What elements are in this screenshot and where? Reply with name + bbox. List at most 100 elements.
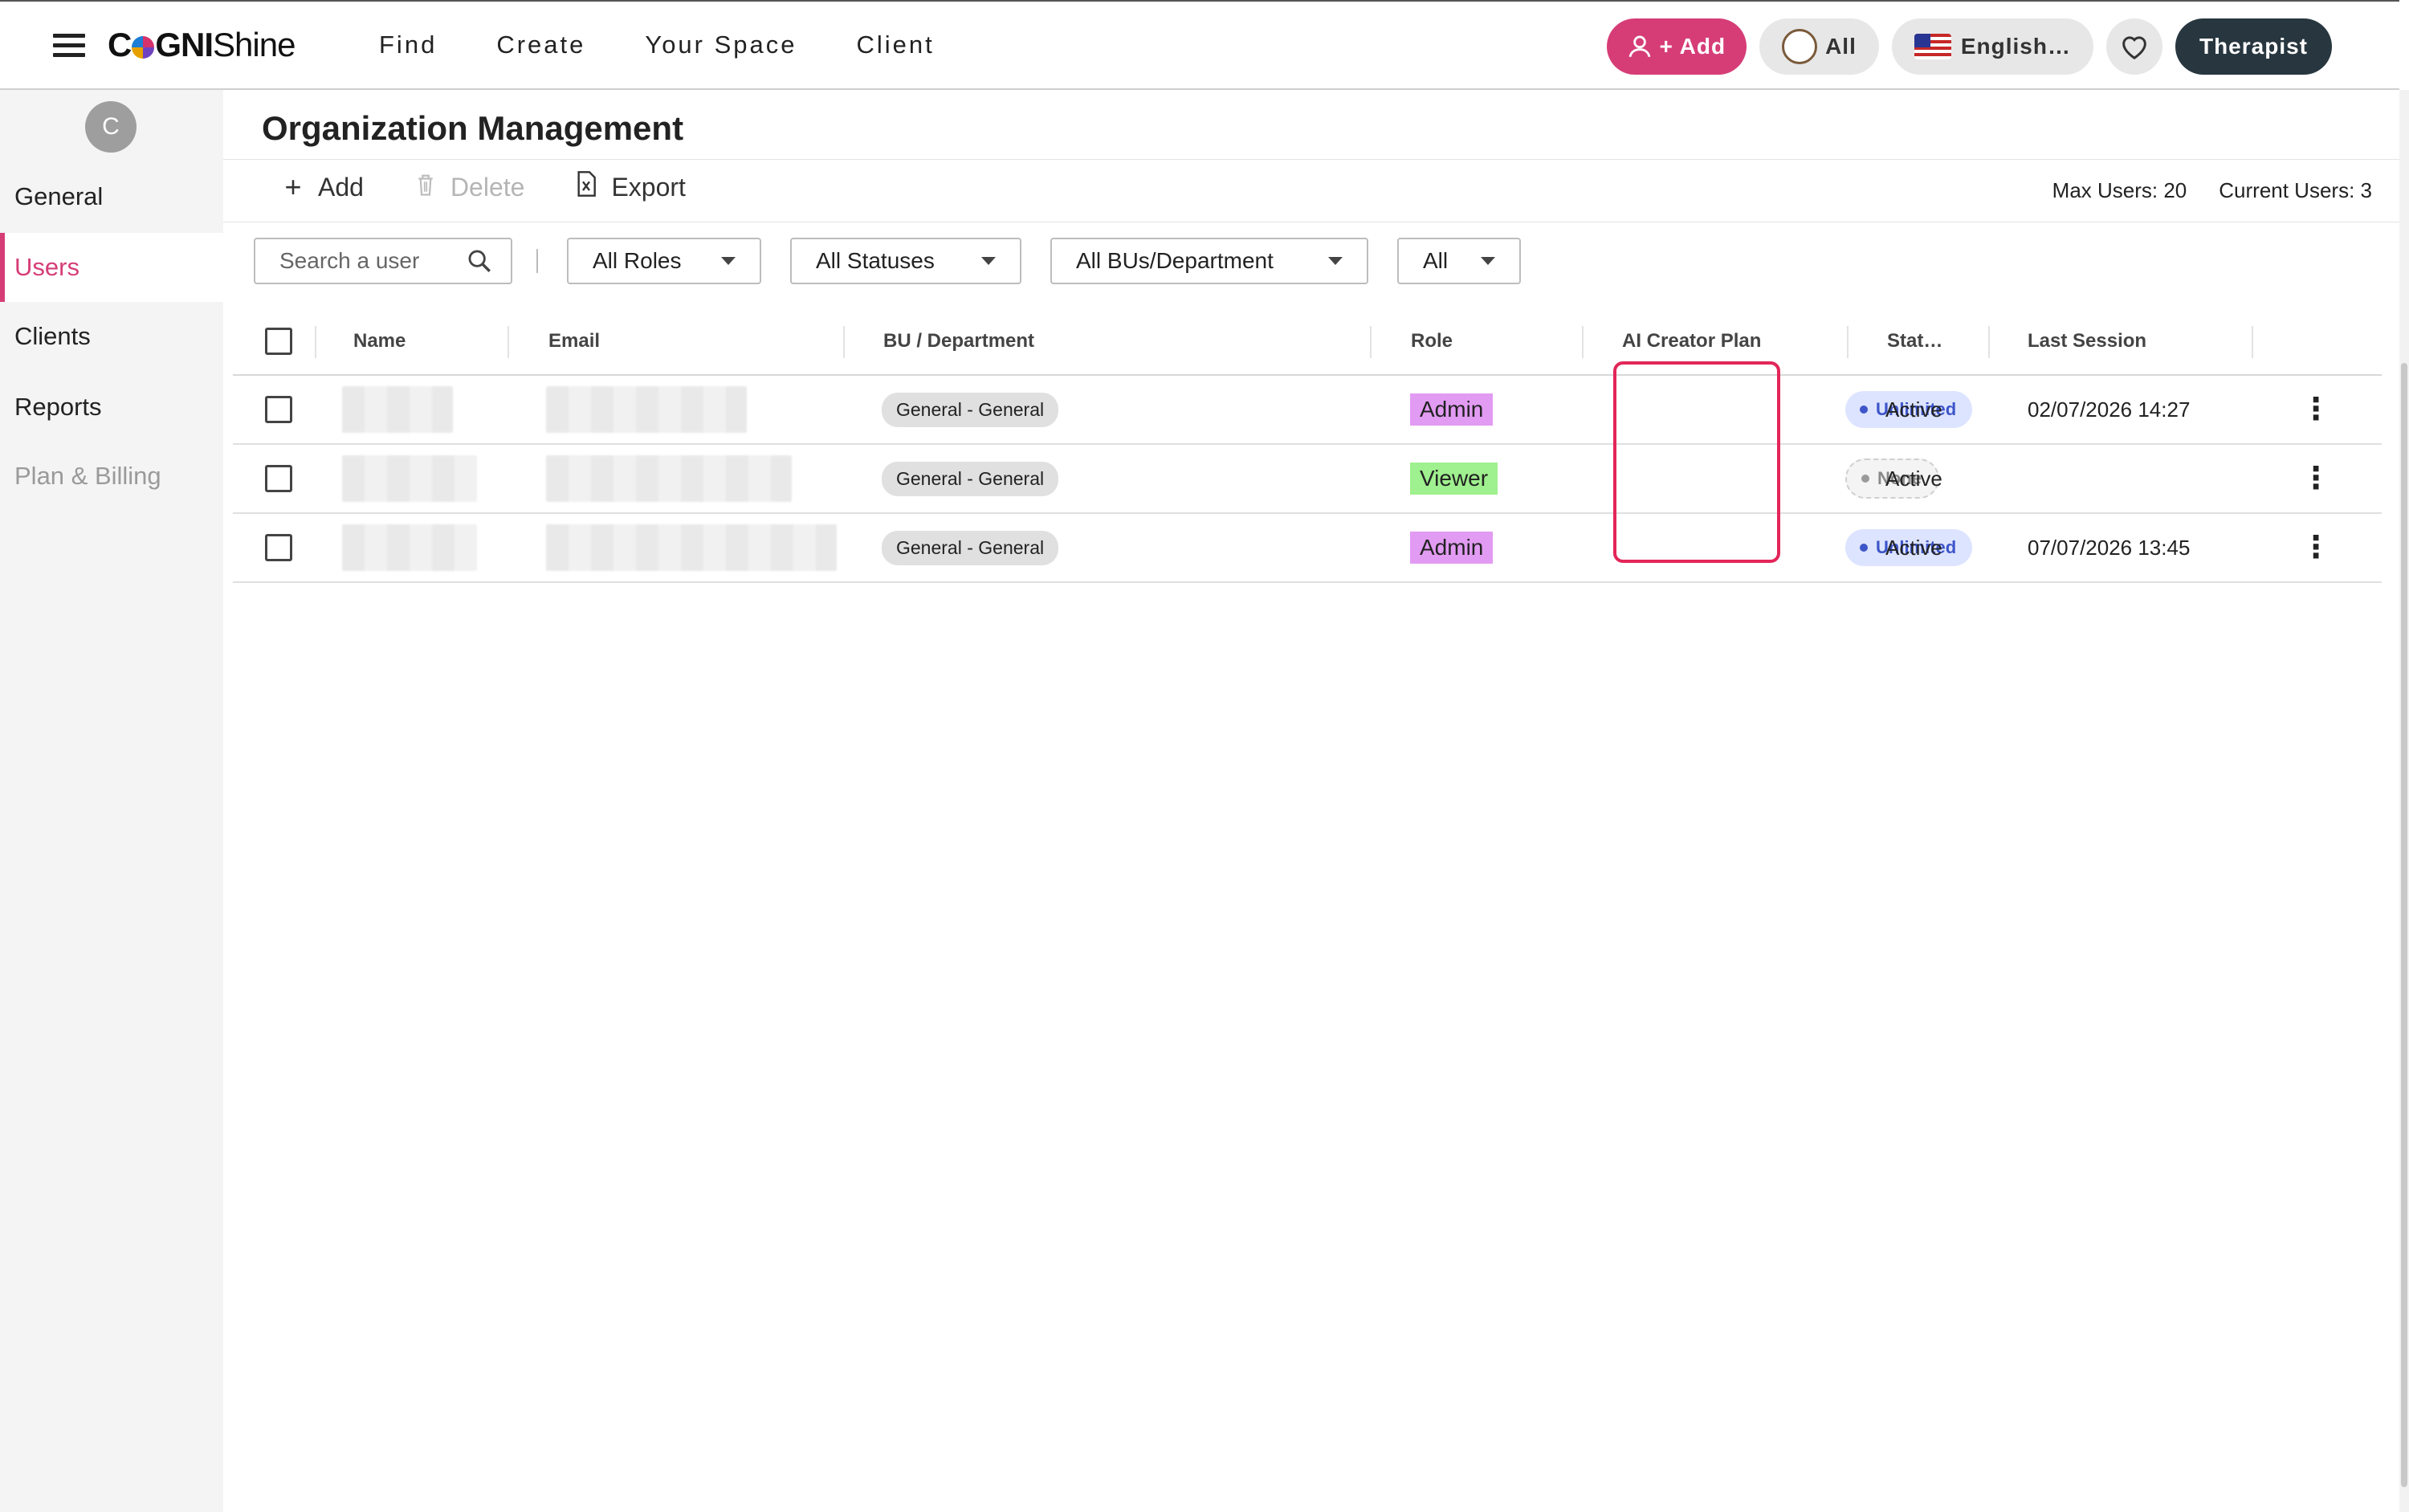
add-user-button[interactable]: + Add bbox=[279, 170, 363, 204]
nav-client[interactable]: Client bbox=[857, 31, 935, 59]
last-session-cell: 02/07/2026 14:27 bbox=[2028, 397, 2191, 422]
export-label: Export bbox=[611, 172, 686, 202]
table-row[interactable]: General - General Admin Unlimited Active… bbox=[233, 376, 2382, 445]
column-divider bbox=[315, 326, 316, 358]
excel-file-icon bbox=[573, 170, 600, 204]
audience-selector[interactable]: All bbox=[1759, 18, 1879, 75]
status-dot-icon bbox=[1860, 544, 1868, 552]
row-actions-button[interactable]: ⋮ bbox=[2301, 445, 2331, 512]
plan-filter-value: All bbox=[1423, 248, 1449, 273]
status-dot-icon bbox=[1860, 406, 1868, 414]
main-nav: Find Create Your Space Client bbox=[379, 31, 935, 59]
column-header-name[interactable]: Name bbox=[353, 308, 406, 374]
max-users-text: Max Users: 20 bbox=[2052, 178, 2187, 202]
nav-your-space[interactable]: Your Space bbox=[645, 31, 797, 59]
row-checkbox-cell bbox=[265, 445, 292, 512]
department-chip: General - General bbox=[882, 392, 1059, 427]
divider bbox=[223, 159, 2399, 160]
avatar[interactable]: C bbox=[85, 101, 137, 153]
department-filter[interactable]: All BUs/Department bbox=[1050, 238, 1368, 284]
audience-label: All bbox=[1825, 34, 1857, 59]
kebab-menu-icon: ⋮ bbox=[2301, 462, 2331, 495]
redacted-email bbox=[546, 455, 792, 502]
search-icon[interactable] bbox=[466, 247, 493, 275]
nav-find[interactable]: Find bbox=[379, 31, 437, 59]
column-header-last-session[interactable]: Last Session bbox=[2028, 308, 2146, 374]
column-header-role[interactable]: Role bbox=[1411, 308, 1453, 374]
sidebar-item-users[interactable]: Users bbox=[0, 233, 223, 302]
row-checkbox[interactable] bbox=[265, 465, 292, 492]
role-button[interactable]: Therapist bbox=[2175, 18, 2332, 75]
redacted-name bbox=[342, 386, 453, 433]
page-scrollbar[interactable] bbox=[2399, 90, 2409, 1512]
toolbar: + Add Delete Export bbox=[279, 167, 734, 207]
sidebar-item-general[interactable]: General bbox=[0, 162, 223, 231]
column-divider bbox=[1370, 326, 1372, 358]
main-content: Organization Management + Add Delete Expo… bbox=[223, 90, 2399, 1512]
kebab-menu-icon: ⋮ bbox=[2301, 393, 2331, 426]
row-checkbox[interactable] bbox=[265, 534, 292, 561]
department-filter-value: All BUs/Department bbox=[1076, 248, 1274, 273]
status-cell: Active bbox=[1885, 397, 1942, 422]
column-header-department[interactable]: BU / Department bbox=[883, 308, 1034, 374]
sidebar-item-label: Plan & Billing bbox=[14, 462, 161, 490]
sidebar-item-label: General bbox=[14, 182, 104, 210]
statuses-filter[interactable]: All Statuses bbox=[790, 238, 1021, 284]
trash-icon bbox=[412, 170, 439, 204]
role-badge: Admin bbox=[1410, 532, 1494, 564]
status-cell: Active bbox=[1885, 535, 1942, 560]
name-cell bbox=[342, 445, 477, 512]
column-header-email[interactable]: Email bbox=[548, 308, 600, 374]
caret-down-icon bbox=[721, 257, 736, 265]
sidebar-item-reports[interactable]: Reports bbox=[0, 373, 223, 442]
scrollbar-thumb[interactable] bbox=[2401, 363, 2407, 1487]
column-header-ai-plan[interactable]: AI Creator Plan bbox=[1622, 308, 1761, 374]
export-button[interactable]: Export bbox=[573, 170, 686, 204]
department-cell: General - General bbox=[882, 376, 1059, 443]
column-divider bbox=[1582, 326, 1584, 358]
users-table: Name Email BU / Department Role AI Creat… bbox=[233, 308, 2382, 583]
column-header-status[interactable]: Stat… bbox=[1887, 308, 1942, 374]
row-checkbox[interactable] bbox=[265, 396, 292, 423]
sidebar-item-clients[interactable]: Clients bbox=[0, 302, 223, 371]
roles-filter[interactable]: All Roles bbox=[567, 238, 761, 284]
role-cell: Admin bbox=[1410, 514, 1494, 581]
roles-filter-value: All Roles bbox=[593, 248, 682, 273]
row-actions-button[interactable]: ⋮ bbox=[2301, 514, 2331, 581]
column-divider bbox=[843, 326, 845, 358]
table-row[interactable]: General - General Viewer None Active ⋮ bbox=[233, 445, 2382, 514]
us-flag-icon bbox=[1914, 34, 1951, 59]
department-cell: General - General bbox=[882, 445, 1059, 512]
status-cell: Active bbox=[1885, 466, 1942, 491]
column-divider bbox=[1847, 326, 1849, 358]
statuses-filter-value: All Statuses bbox=[816, 248, 935, 273]
table-row[interactable]: General - General Admin Unlimited Active… bbox=[233, 514, 2382, 583]
sidebar-item-label: Clients bbox=[14, 322, 91, 350]
filter-bar: Search a user All Roles All Statuses All… bbox=[254, 238, 1550, 284]
search-input[interactable]: Search a user bbox=[254, 238, 512, 284]
email-cell bbox=[546, 445, 792, 512]
redacted-name bbox=[342, 524, 477, 571]
language-label: English… bbox=[1960, 34, 2071, 59]
row-checkbox-cell bbox=[265, 376, 292, 443]
role-badge: Admin bbox=[1410, 393, 1494, 426]
select-all-checkbox[interactable] bbox=[265, 328, 292, 355]
name-cell bbox=[342, 514, 477, 581]
delete-user-button[interactable]: Delete bbox=[412, 170, 524, 204]
last-session-cell: 07/07/2026 13:45 bbox=[2028, 535, 2191, 560]
logo[interactable]: C GNIShine bbox=[108, 26, 296, 64]
header-actions: + Add All English… Therapist bbox=[1606, 18, 2332, 75]
sidebar-item-plan-billing[interactable]: Plan & Billing bbox=[0, 442, 223, 511]
redacted-name bbox=[342, 455, 477, 502]
logo-text-mid: GNI bbox=[155, 26, 214, 63]
plan-filter[interactable]: All bbox=[1397, 238, 1521, 284]
add-client-button[interactable]: + Add bbox=[1606, 18, 1747, 75]
row-actions-button[interactable]: ⋮ bbox=[2301, 376, 2331, 443]
filter-separator bbox=[536, 249, 538, 273]
role-cell: Viewer bbox=[1410, 445, 1498, 512]
email-cell bbox=[546, 376, 747, 443]
favorites-button[interactable] bbox=[2105, 18, 2162, 75]
language-selector[interactable]: English… bbox=[1891, 18, 2093, 75]
menu-icon[interactable] bbox=[53, 34, 85, 57]
nav-create[interactable]: Create bbox=[496, 31, 585, 59]
